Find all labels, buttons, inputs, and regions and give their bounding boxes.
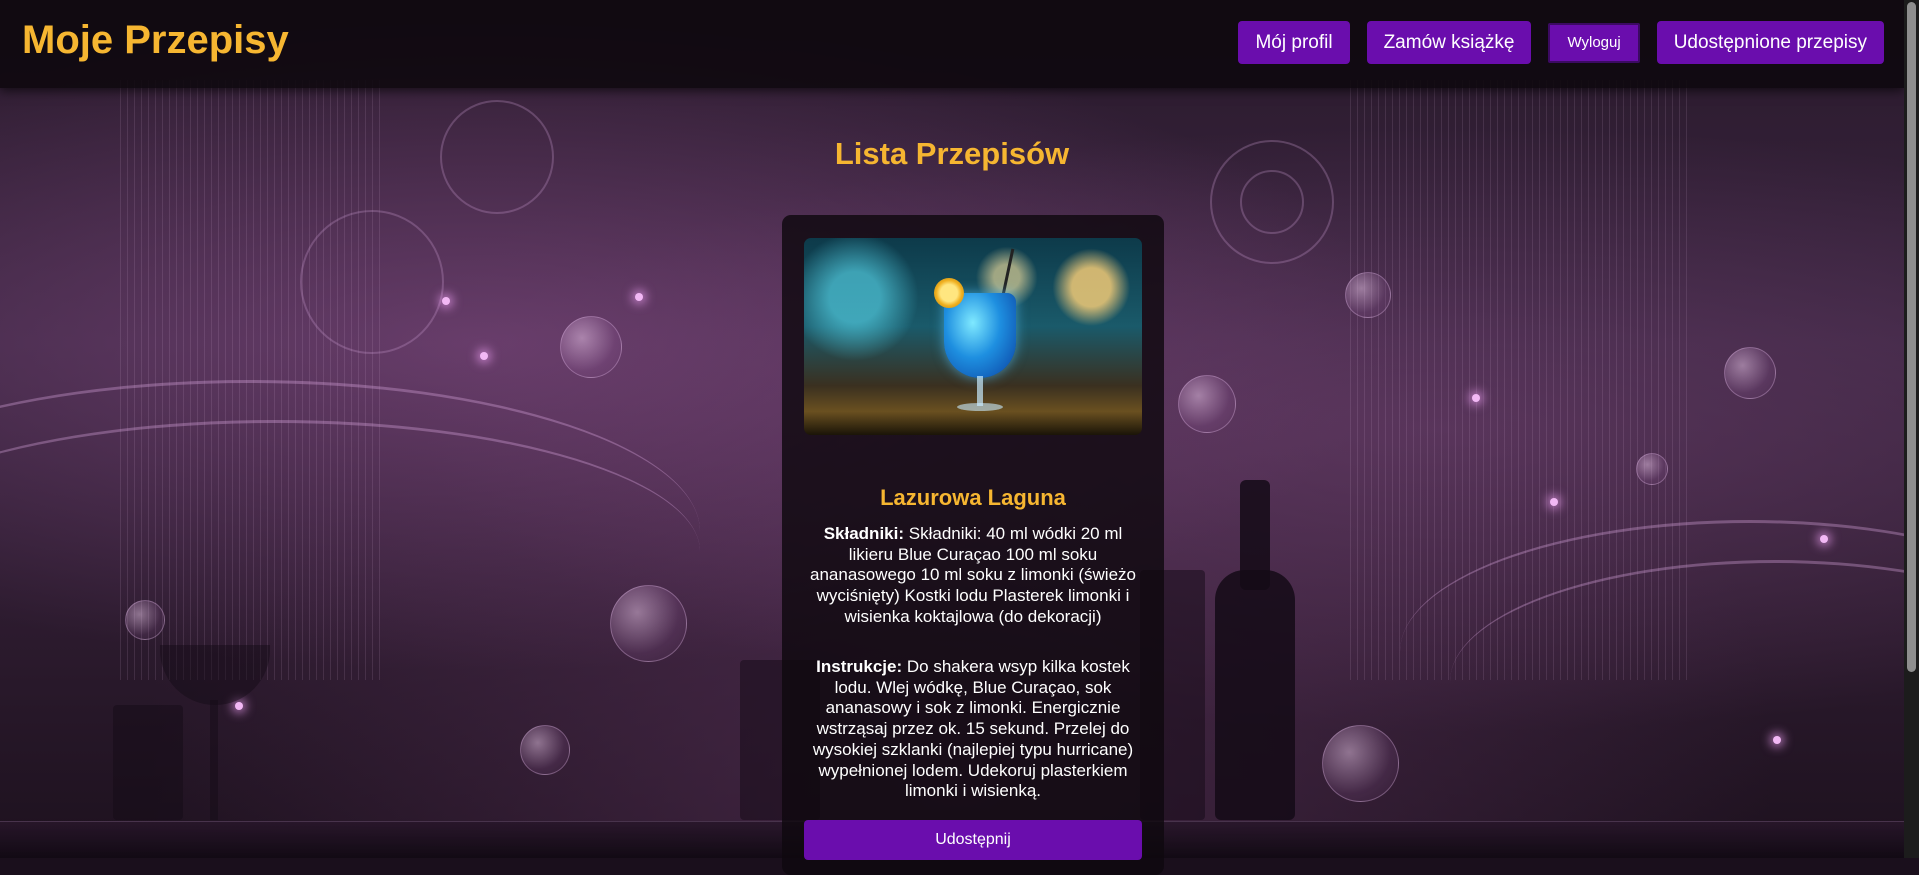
background-bubble (520, 725, 570, 775)
instructions-label: Instrukcje: (816, 657, 903, 676)
background-bubble (1345, 272, 1391, 318)
background-bubble (1724, 347, 1776, 399)
site-logo[interactable]: Moje Przepisy (22, 18, 289, 63)
sparkle (235, 702, 243, 710)
background-bubble (125, 600, 165, 640)
ingredients-label: Składniki: (823, 524, 905, 543)
background-bubble (1178, 375, 1236, 433)
nav-buttons: Mój profil Zamów książkę Wyloguj Udostęp… (1238, 21, 1884, 64)
logout-button[interactable]: Wyloguj (1548, 22, 1640, 63)
background-bubble (1322, 725, 1399, 802)
sparkle (1820, 535, 1828, 543)
background-swirl (300, 210, 444, 354)
instructions-text: Do shakera wsyp kilka kostek lodu. Wlej … (812, 657, 1134, 801)
sparkle (1550, 498, 1558, 506)
top-navbar: Moje Przepisy Mój profil Zamów książkę W… (0, 0, 1904, 88)
bottle-silhouette (1215, 570, 1295, 820)
recipe-card: Lazurowa Laguna Składniki: Składniki: 40… (782, 215, 1164, 875)
glass-silhouette (160, 645, 270, 705)
profile-button[interactable]: Mój profil (1238, 21, 1350, 64)
recipe-ingredients: Składniki: Składniki: 40 ml wódki 20 ml … (804, 524, 1142, 628)
background-swirl (1240, 170, 1304, 234)
sparkle (442, 297, 450, 305)
glass-silhouette (210, 700, 218, 820)
background-bubble (610, 585, 687, 662)
glass-foot (957, 403, 1003, 411)
lemon-slice (934, 278, 964, 308)
bottle-silhouette (1240, 480, 1270, 590)
background-bubble (560, 316, 622, 378)
sparkle (1472, 394, 1480, 402)
vertical-scrollbar[interactable] (1904, 0, 1919, 858)
sparkle (480, 352, 488, 360)
background-bubble (1636, 453, 1668, 485)
recipe-image (804, 238, 1142, 435)
shared-recipes-button[interactable]: Udostępnione przepisy (1656, 21, 1884, 64)
share-button[interactable]: Udostępnij (804, 820, 1142, 860)
sparkle (1773, 736, 1781, 744)
scrollbar-thumb[interactable] (1907, 2, 1916, 672)
glass-stem (977, 376, 983, 406)
order-book-button[interactable]: Zamów książkę (1366, 21, 1532, 64)
glass-silhouette (113, 705, 183, 820)
sparkle (635, 293, 643, 301)
page-title: Lista Przepisów (834, 136, 1070, 171)
recipe-name: Lazurowa Laguna (880, 485, 1066, 510)
recipe-instructions: Instrukcje: Do shakera wsyp kilka kostek… (804, 657, 1142, 802)
